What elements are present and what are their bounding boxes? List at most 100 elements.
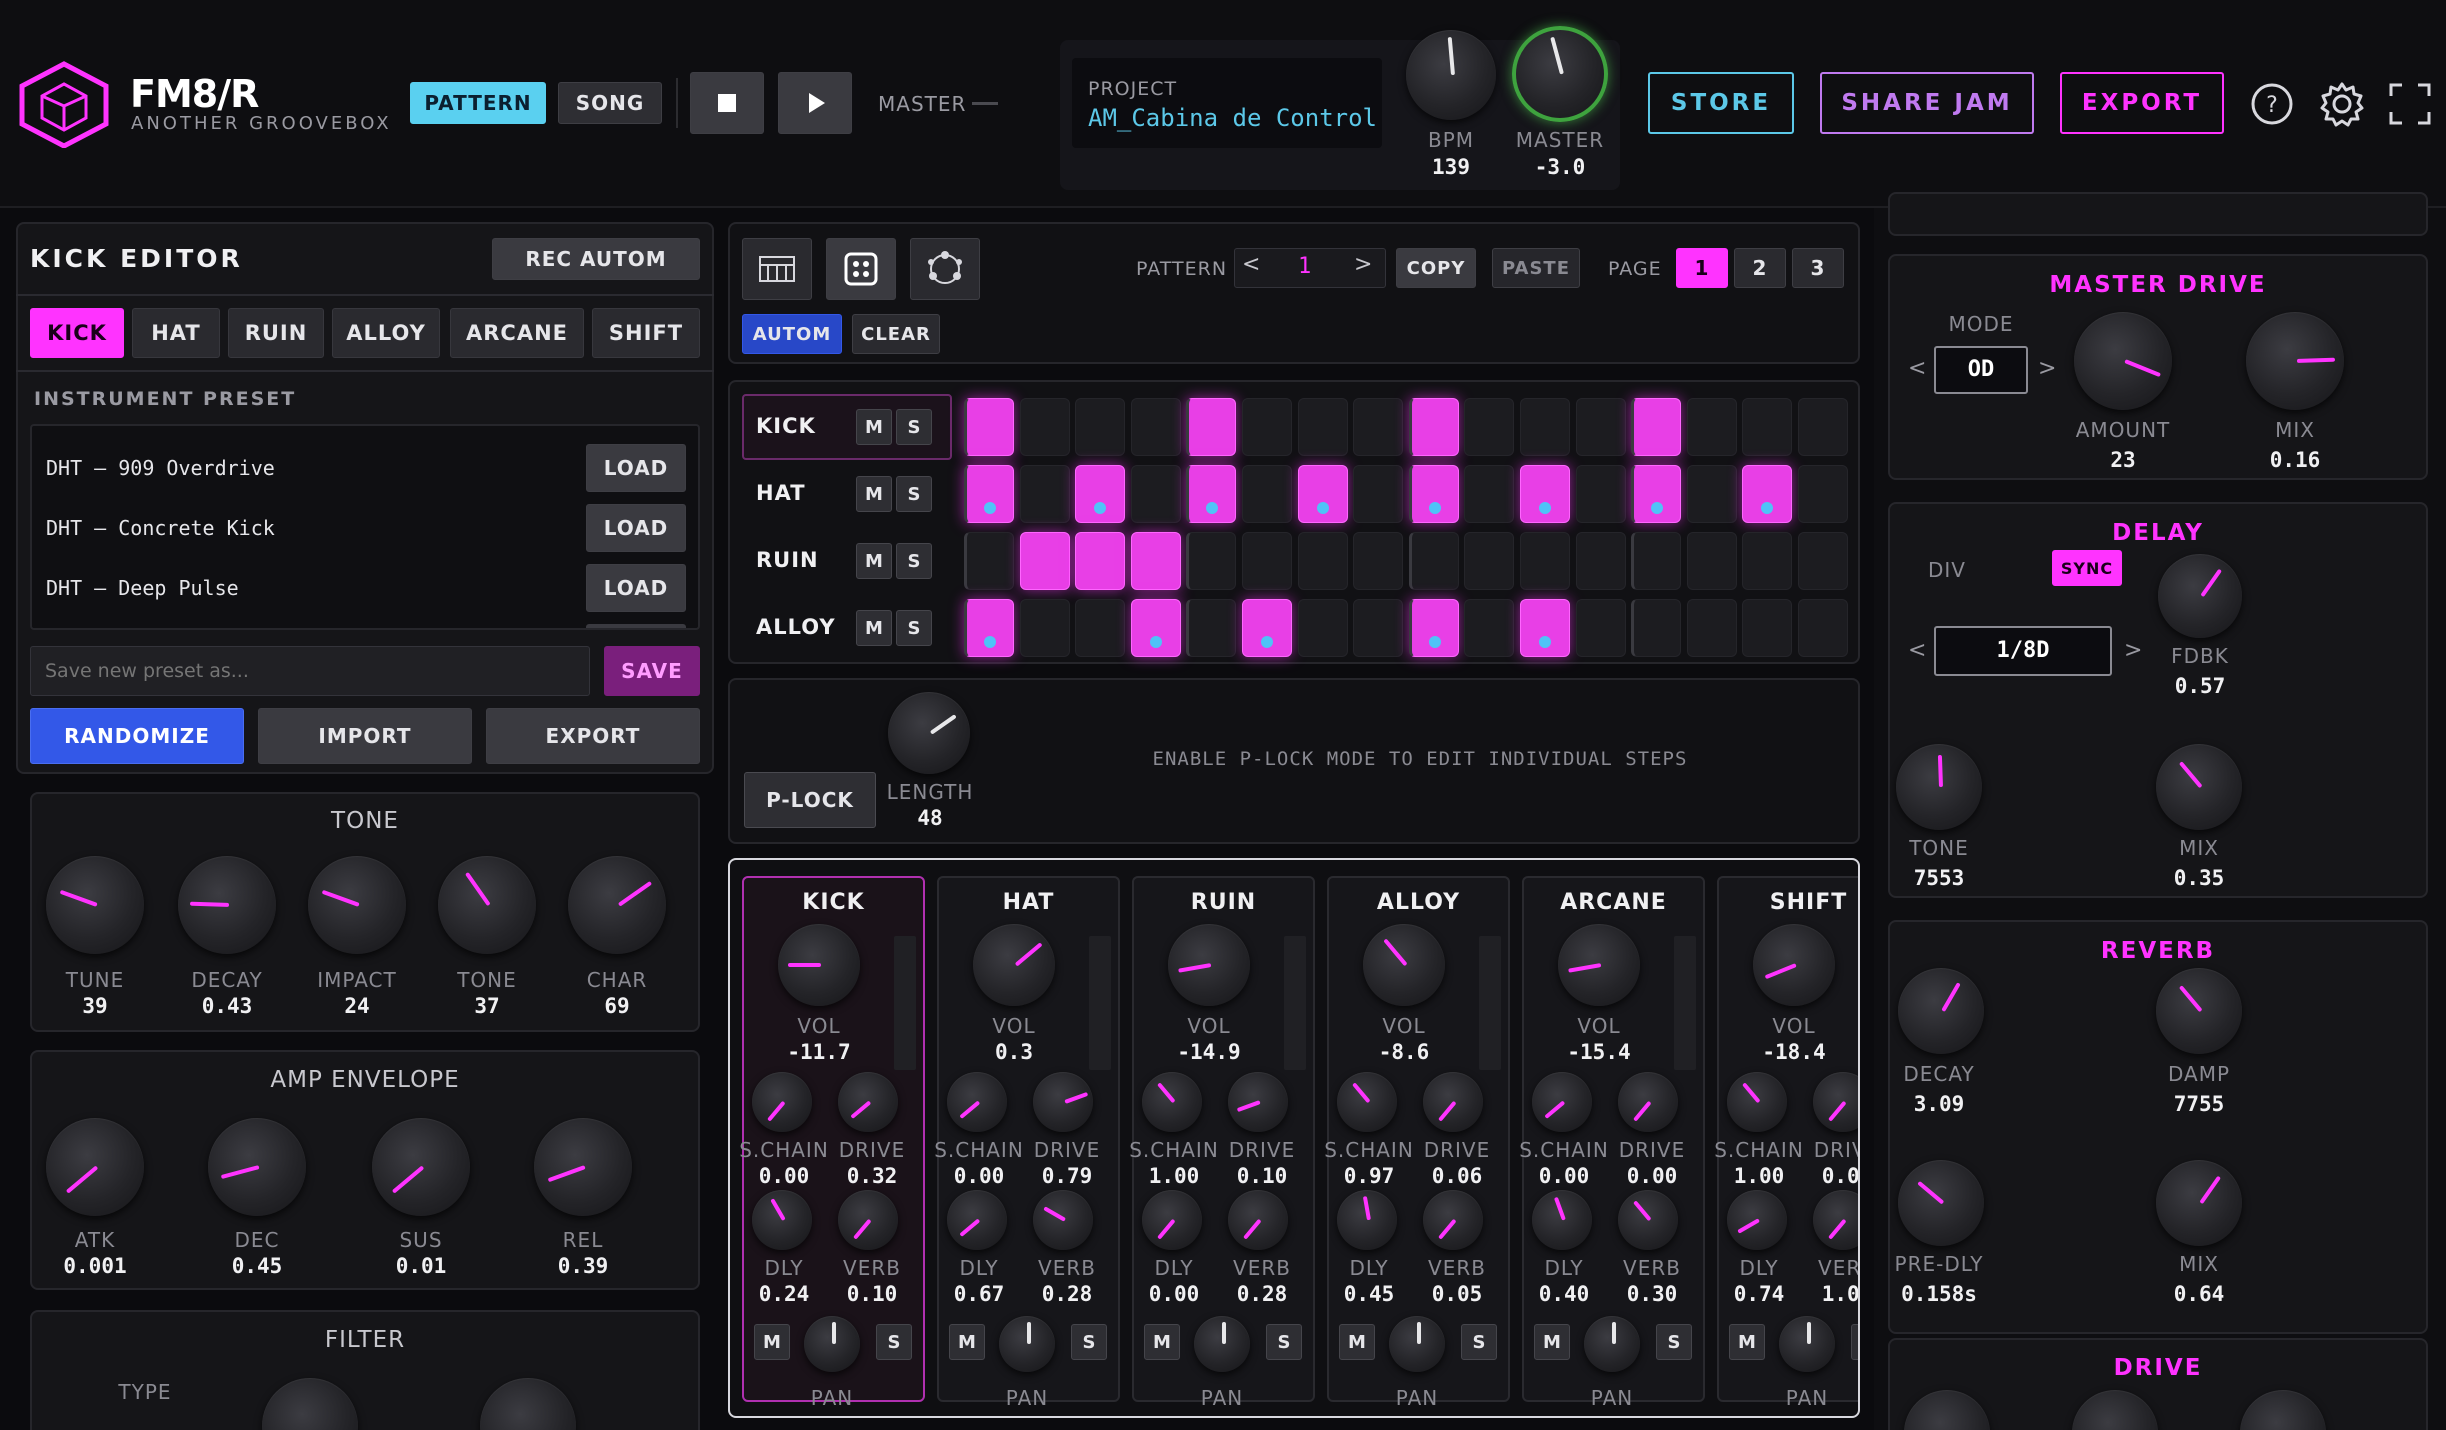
circular-view-button[interactable] <box>910 238 980 300</box>
verb-knob[interactable] <box>838 1190 898 1250</box>
tab-ruin[interactable]: RUIN <box>228 308 324 358</box>
reverb-damp-knob[interactable] <box>2156 968 2242 1054</box>
mode-next-button[interactable]: > <box>2038 356 2056 381</box>
dly-knob[interactable] <box>1337 1190 1397 1250</box>
reverb-decay-knob[interactable] <box>1898 968 1984 1054</box>
step-cell[interactable] <box>1575 398 1626 456</box>
amp-dec-knob[interactable] <box>208 1118 306 1216</box>
drive-knob[interactable] <box>1033 1072 1093 1132</box>
reverb-predly-knob[interactable] <box>1898 1160 1984 1246</box>
step-cell[interactable] <box>1631 599 1682 657</box>
fullscreen-icon[interactable] <box>2388 82 2432 126</box>
channel-mute-button[interactable]: M <box>1339 1324 1375 1360</box>
step-cell[interactable] <box>1242 465 1292 523</box>
tone-tune-knob[interactable] <box>46 856 144 954</box>
track-solo-button[interactable]: S <box>896 409 932 445</box>
pan-knob[interactable] <box>1779 1316 1835 1372</box>
channel-mute-button[interactable]: M <box>1729 1324 1765 1360</box>
piano-roll-view-button[interactable] <box>742 238 812 300</box>
step-cell[interactable] <box>1798 465 1848 523</box>
track-solo-button[interactable]: S <box>896 610 932 646</box>
step-cell[interactable] <box>1242 599 1292 657</box>
delay-tone-knob[interactable] <box>1896 744 1982 830</box>
step-cell[interactable] <box>1686 532 1737 590</box>
step-cell[interactable] <box>1019 465 1070 523</box>
gear-icon[interactable] <box>2318 80 2366 128</box>
drive-mix-knob[interactable] <box>2246 312 2344 410</box>
step-cell[interactable] <box>1075 465 1126 523</box>
randomize-button[interactable]: RANDOMIZE <box>30 708 244 764</box>
store-button[interactable]: STORE <box>1648 72 1794 134</box>
step-cell[interactable] <box>1464 398 1515 456</box>
drive-knob[interactable] <box>1228 1072 1288 1132</box>
save-preset-button[interactable]: SAVE <box>604 646 700 696</box>
channel-mute-button[interactable]: M <box>754 1324 790 1360</box>
step-cell[interactable] <box>1408 532 1459 590</box>
step-cell[interactable] <box>1408 398 1459 456</box>
stop-button[interactable] <box>690 72 764 134</box>
tone-tone-knob[interactable] <box>438 856 536 954</box>
step-cell[interactable] <box>1353 599 1404 657</box>
step-cell[interactable] <box>1520 599 1570 657</box>
song-mode-button[interactable]: SONG <box>558 82 662 124</box>
step-cell[interactable] <box>1186 599 1237 657</box>
pattern-mode-button[interactable]: PATTERN <box>410 82 546 124</box>
step-cell[interactable] <box>1130 465 1181 523</box>
step-cell[interactable] <box>1631 398 1682 456</box>
pan-knob[interactable] <box>1194 1316 1250 1372</box>
plock-button[interactable]: P-LOCK <box>744 772 876 828</box>
step-cell[interactable] <box>1464 532 1515 590</box>
track-solo-button[interactable]: S <box>896 543 932 579</box>
schain-knob[interactable] <box>1142 1072 1202 1132</box>
pattern-next-button[interactable]: > <box>1354 252 1372 277</box>
step-cell[interactable] <box>1242 398 1292 456</box>
track-mute-button[interactable]: M <box>856 476 892 512</box>
dly-knob[interactable] <box>1727 1190 1787 1250</box>
step-cell[interactable] <box>1353 465 1404 523</box>
dly-knob[interactable] <box>752 1190 812 1250</box>
step-cell[interactable] <box>1242 532 1292 590</box>
master-volume-knob[interactable] <box>1512 26 1608 122</box>
tab-kick[interactable]: KICK <box>30 308 124 358</box>
step-cell[interactable] <box>1186 398 1237 456</box>
step-cell[interactable] <box>1130 398 1181 456</box>
channel-solo-button[interactable]: S <box>876 1324 912 1360</box>
step-cell[interactable] <box>964 599 1014 657</box>
step-cell[interactable] <box>1464 465 1515 523</box>
drive-amount-knob[interactable] <box>2074 312 2172 410</box>
page-2-button[interactable]: 2 <box>1734 248 1786 288</box>
step-cell[interactable] <box>1019 398 1070 456</box>
mode-prev-button[interactable]: < <box>1908 356 1926 381</box>
channel-vol-knob[interactable] <box>1168 924 1250 1006</box>
step-cell[interactable] <box>1297 532 1348 590</box>
step-cell[interactable] <box>1297 465 1348 523</box>
channel-mute-button[interactable]: M <box>1534 1324 1570 1360</box>
channel-vol-knob[interactable] <box>1558 924 1640 1006</box>
master-level-slider[interactable] <box>972 102 998 105</box>
reverb-mix-knob[interactable] <box>2156 1160 2242 1246</box>
step-cell[interactable] <box>964 465 1014 523</box>
pattern-prev-button[interactable]: < <box>1242 252 1260 277</box>
rec-autom-button[interactable]: REC AUTOM <box>492 238 700 280</box>
project-name-box[interactable] <box>1072 58 1382 148</box>
pan-knob[interactable] <box>804 1316 860 1372</box>
step-cell[interactable] <box>964 398 1014 456</box>
tone-char-knob[interactable] <box>568 856 666 954</box>
step-cell[interactable] <box>1686 465 1737 523</box>
save-preset-input[interactable] <box>30 646 590 696</box>
play-button[interactable] <box>778 72 852 134</box>
delay-sync-button[interactable]: SYNC <box>2052 550 2122 586</box>
track-solo-button[interactable]: S <box>896 476 932 512</box>
verb-knob[interactable] <box>1228 1190 1288 1250</box>
share-jam-button[interactable]: SHARE JAM <box>1820 72 2034 134</box>
step-cell[interactable] <box>1520 465 1570 523</box>
schain-knob[interactable] <box>752 1072 812 1132</box>
channel-solo-button[interactable]: S <box>1071 1324 1107 1360</box>
import-button[interactable]: IMPORT <box>258 708 472 764</box>
schain-knob[interactable] <box>1727 1072 1787 1132</box>
preset-load-button[interactable]: LOAD <box>586 504 686 552</box>
step-cell[interactable] <box>1742 532 1793 590</box>
channel-solo-button[interactable]: S <box>1656 1324 1692 1360</box>
step-cell[interactable] <box>1798 398 1848 456</box>
track-mute-button[interactable]: M <box>856 409 892 445</box>
